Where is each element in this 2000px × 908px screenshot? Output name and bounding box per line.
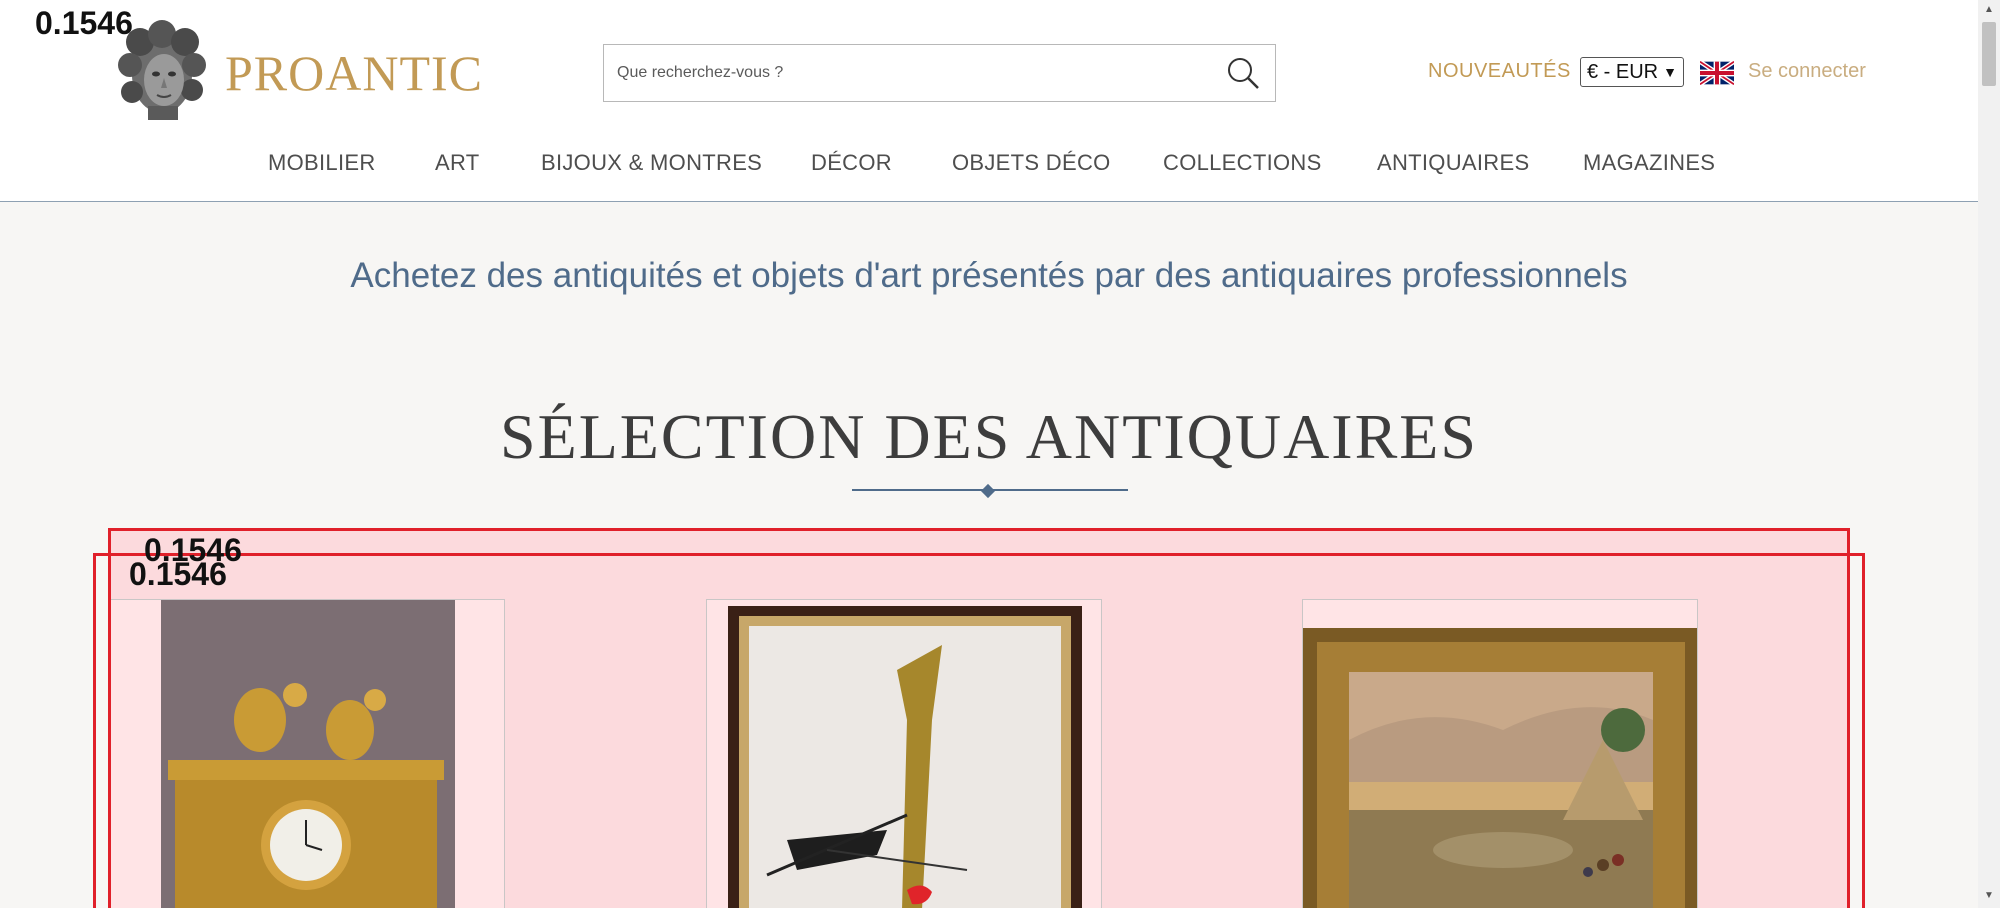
- brand-name[interactable]: PROANTIC: [225, 44, 483, 102]
- login-link[interactable]: Se connecter: [1748, 60, 1866, 83]
- nav-item-magazines[interactable]: MAGAZINES: [1583, 150, 1715, 176]
- search-icon[interactable]: [1225, 55, 1261, 91]
- main-nav: MOBILIER ART BIJOUX & MONTRES DÉCOR OBJE…: [0, 150, 1978, 180]
- nav-item-antiquaires[interactable]: ANTIQUAIRES: [1377, 150, 1529, 176]
- nouveautes-link[interactable]: NOUVEAUTÉS: [1428, 60, 1571, 83]
- currency-selected-value: € - EUR: [1587, 61, 1659, 83]
- nav-item-art[interactable]: ART: [435, 150, 480, 176]
- uk-flag-icon[interactable]: [1700, 61, 1734, 85]
- nav-item-objets-deco[interactable]: OBJETS DÉCO: [952, 150, 1111, 176]
- highlight-box-inner: [93, 553, 1865, 908]
- search-box: [603, 44, 1276, 102]
- title-divider-diamond: [980, 483, 996, 499]
- nav-item-bijoux-montres[interactable]: BIJOUX & MONTRES: [541, 150, 762, 176]
- section-title: SÉLECTION DES ANTIQUAIRES: [500, 401, 1478, 472]
- nav-item-collections[interactable]: COLLECTIONS: [1163, 150, 1322, 176]
- chevron-down-icon: ▼: [1663, 64, 1677, 80]
- site-header: PROANTIC NOUVEAUTÉS € - EUR ▼ Se connect…: [0, 0, 1978, 202]
- score-label-logo: 0.1546: [35, 5, 133, 41]
- scroll-up-arrow-icon[interactable]: ▲: [1984, 4, 1994, 15]
- page-tagline: Achetez des antiquités et objets d'art p…: [350, 256, 1628, 295]
- score-label-box-2: 0.1546: [129, 556, 227, 592]
- nav-item-mobilier[interactable]: MOBILIER: [268, 150, 376, 176]
- scrollbar-thumb[interactable]: [1982, 22, 1996, 86]
- currency-select[interactable]: € - EUR ▼: [1580, 57, 1684, 87]
- scroll-down-arrow-icon[interactable]: ▼: [1984, 890, 1994, 901]
- search-input[interactable]: [604, 45, 1204, 101]
- nav-item-decor[interactable]: DÉCOR: [811, 150, 892, 176]
- vertical-scrollbar[interactable]: ▲ ▼: [1978, 0, 2000, 908]
